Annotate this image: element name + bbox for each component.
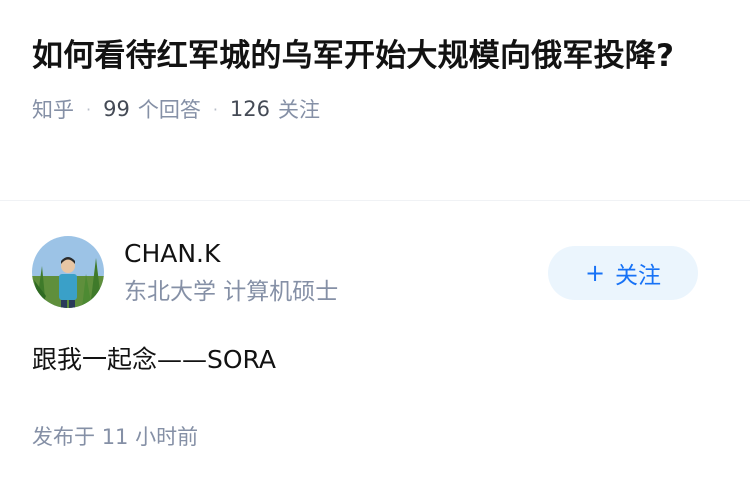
meta-separator: ·	[212, 99, 218, 119]
follower-count-label: 关注	[278, 98, 321, 122]
meta-separator: ·	[86, 99, 92, 119]
author-name[interactable]: CHAN.K	[124, 238, 220, 270]
author-row: CHAN.K 东北大学 计算机硕士 + 关注	[32, 236, 718, 308]
section-divider	[0, 200, 750, 201]
author-headline: 东北大学 计算机硕士	[124, 279, 339, 305]
question-title[interactable]: 如何看待红军城的乌军开始大规模向俄军投降?	[32, 32, 722, 80]
question-meta: 知乎 · 99 个回答 · 126 关注	[32, 94, 722, 124]
zhihu-answer-page: 如何看待红军城的乌军开始大规模向俄军投降? 知乎 · 99 个回答 · 126 …	[0, 0, 750, 490]
answer-count-label: 个回答	[137, 98, 201, 122]
follow-button[interactable]: + 关注	[548, 246, 698, 300]
plus-icon: +	[584, 259, 606, 287]
published-time: 11 小时前	[101, 425, 199, 449]
answer-footer: 发布于 11 小时前	[32, 422, 198, 452]
answer-count: 99	[103, 97, 130, 121]
follower-count: 126	[229, 97, 271, 121]
source-label[interactable]: 知乎	[32, 94, 74, 124]
question-header: 如何看待红军城的乌军开始大规模向俄军投降? 知乎 · 99 个回答 · 126 …	[32, 32, 722, 124]
avatar[interactable]	[32, 236, 104, 308]
published-label: 发布于	[32, 425, 95, 449]
follow-button-label: 关注	[615, 263, 662, 289]
answer-content: 跟我一起念——SORA	[32, 345, 277, 374]
avatar-image	[32, 236, 104, 308]
